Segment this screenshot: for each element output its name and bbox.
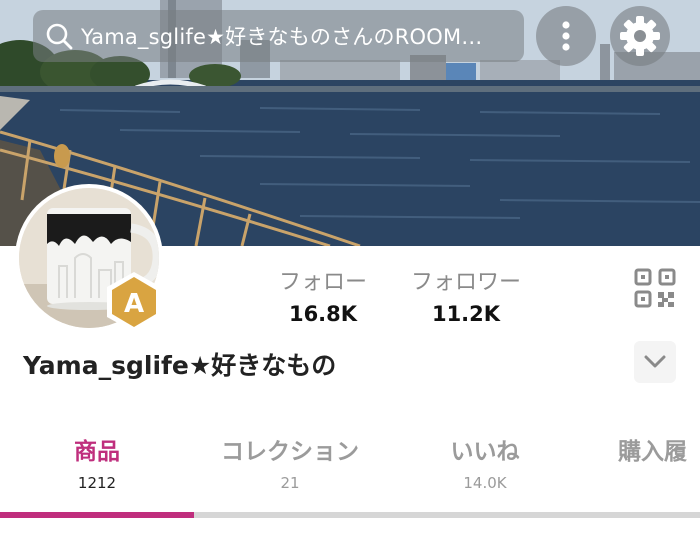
tab-label: いいね — [450, 439, 520, 465]
follow-stat[interactable]: フォロー 16.8K — [258, 264, 388, 326]
chevron-down-icon — [644, 355, 666, 368]
tab-label: 購入履 — [618, 439, 687, 465]
profile-username: Yama_sglife★好きなもの — [23, 351, 337, 380]
more-vertical-icon — [562, 21, 570, 51]
tab-products[interactable]: 商品 1212 — [45, 432, 149, 492]
search-icon — [46, 23, 73, 50]
qr-code-icon[interactable] — [634, 268, 676, 308]
rank-badge-letter: A — [124, 289, 144, 319]
active-tab-indicator — [0, 512, 194, 518]
tab-purchase-history[interactable]: 購入履 — [618, 432, 700, 466]
settings-button[interactable] — [610, 6, 670, 66]
tab-count: 21 — [280, 474, 300, 492]
follower-stat[interactable]: フォロワー 11.2K — [396, 264, 536, 326]
search-query: Yama_sglife★好きなものさんのROOM… — [81, 25, 483, 49]
tab-count: 14.0K — [463, 474, 507, 492]
search-bar[interactable]: Yama_sglife★好きなものさんのROOM… — [33, 10, 524, 62]
tab-label: 商品 — [74, 439, 120, 465]
expand-profile-button[interactable] — [634, 341, 676, 383]
follower-label: フォロワー — [410, 270, 521, 295]
follow-label: フォロー — [278, 270, 367, 295]
tab-label: コレクション — [221, 439, 359, 465]
tab-collection[interactable]: コレクション 21 — [210, 432, 370, 492]
profile-tabs: 商品 1212 コレクション 21 いいね 14.0K 購入履 — [0, 432, 700, 512]
rank-badge-icon: A — [107, 272, 161, 332]
tab-likes[interactable]: いいね 14.0K — [430, 432, 540, 492]
follower-count: 11.2K — [431, 302, 501, 326]
follow-count: 16.8K — [288, 302, 358, 326]
gear-icon — [620, 16, 660, 56]
tab-count: 1212 — [77, 474, 117, 492]
more-options-button[interactable] — [536, 6, 596, 66]
